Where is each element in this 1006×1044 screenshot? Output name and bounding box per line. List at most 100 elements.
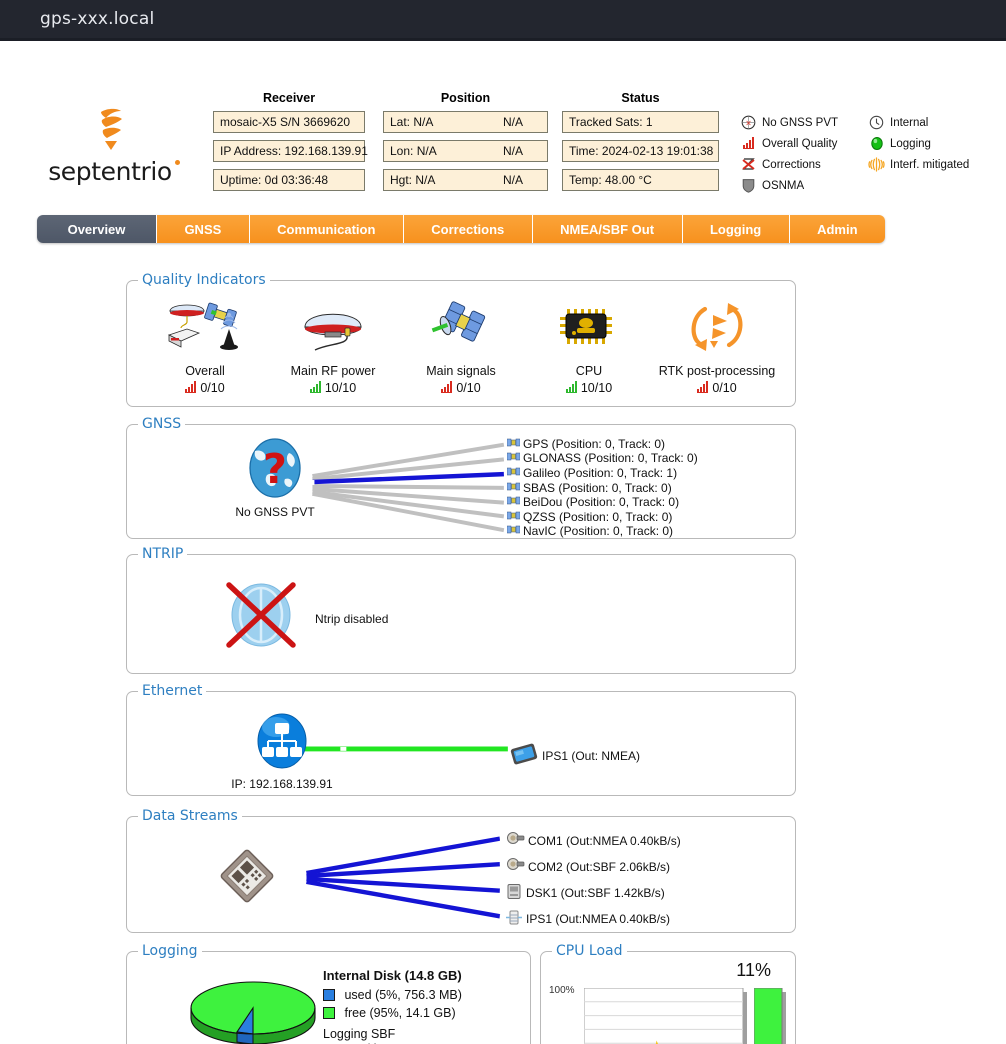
gnss-constellation-glonass[interactable]: GLONASS (Position: 0, Track: 0)	[506, 450, 698, 466]
status-internal-clock: Internal	[868, 113, 969, 132]
tab-nmea-sbf-out[interactable]: NMEA/SBF Out	[532, 215, 683, 243]
cpu-load-panel: CPU Load 11% 100% 0%	[540, 943, 796, 1044]
data-stream-com1[interactable]: COM1 (Out:NMEA 0.40kB/s)	[505, 831, 681, 850]
gnss-constellation-beidou[interactable]: BeiDou (Position: 0, Track: 0)	[506, 494, 680, 510]
status-osnma-label: OSNMA	[762, 179, 805, 192]
status-tracked-sats-field: Tracked Sats: 1	[562, 111, 719, 133]
disk-usage-pie-chart	[183, 970, 323, 1044]
com-port-icon	[505, 857, 525, 876]
ntrip-status-text: Ntrip disabled	[315, 612, 389, 626]
data-stream-dsk1-label: DSK1 (Out:SBF 1.42kB/s)	[526, 886, 665, 900]
septentrio-mark-icon	[45, 103, 175, 155]
tab-admin[interactable]: Admin	[789, 215, 885, 243]
cpu-load-history-chart	[584, 988, 747, 1044]
osnma-shield-icon	[740, 178, 757, 193]
main-navigation-tabs[interactable]: Overview GNSS Communication Corrections …	[37, 215, 885, 243]
position-lon-field: Lon: N/A N/A	[383, 140, 548, 162]
data-stream-com2[interactable]: COM2 (Out:SBF 2.06kB/s)	[505, 857, 670, 876]
gnss-constellation-navic[interactable]: NavIC (Position: 0, Track: 0)	[506, 523, 674, 539]
gnss-panel: GNSS ? No GNSS PVT GPS (Position: 0, Tra…	[126, 416, 796, 539]
rtk-refresh-icon	[653, 295, 781, 357]
gnss-source: ? No GNSS PVT	[220, 437, 330, 519]
position-lat-field: Lat: N/A N/A	[383, 111, 548, 133]
quality-indicator-main-signals[interactable]: Main signals 0/10	[397, 295, 525, 395]
position-lat-secondary: N/A	[502, 115, 523, 129]
position-hgt-label: Hgt: N/A	[390, 173, 436, 187]
status-time-value: Time: 2024-02-13 19:01:38	[569, 144, 714, 158]
tab-logging[interactable]: Logging	[682, 215, 790, 243]
overall-quality-icon	[141, 295, 269, 357]
gnss-constellation-beidou-label: BeiDou (Position: 0, Track: 0)	[523, 495, 680, 509]
ip-server-icon	[505, 909, 523, 929]
status-no-gnss-pvt-label: No GNSS PVT	[762, 116, 839, 129]
tab-corrections[interactable]: Corrections	[403, 215, 533, 243]
position-lat-label: Lat: N/A	[390, 115, 434, 129]
used-swatch	[323, 989, 335, 1001]
cpu-load-value: 11%	[736, 960, 771, 980]
receiver-ip-field: IP Address: 192.168.139.91	[213, 140, 368, 162]
status-osnma: OSNMA	[740, 176, 838, 195]
quality-indicator-overall-label: Overall	[185, 363, 225, 378]
quality-indicator-overall-score: 0/10	[141, 381, 269, 395]
data-streams-source-icon	[217, 847, 277, 910]
ethernet-endpoint[interactable]: IPS1 (Out: NMEA)	[509, 743, 640, 768]
disk-icon	[505, 883, 523, 903]
quality-indicator-rtk-post-processing[interactable]: RTK post-processing 0/10	[653, 295, 781, 395]
satellite-small-icon	[506, 523, 521, 539]
gnss-constellation-sbas-label: SBAS (Position: 0, Track: 0)	[523, 481, 672, 495]
logging-legend: Logging	[138, 943, 202, 959]
gnss-constellation-qzss-label: QZSS (Position: 0, Track: 0)	[523, 510, 673, 524]
quality-indicator-rtk-value: 0/10	[712, 380, 737, 395]
tab-gnss[interactable]: GNSS	[157, 215, 250, 243]
free-swatch	[323, 1007, 335, 1019]
quality-indicators-panel: Quality Indicators Overall 0/10 Main RF …	[126, 272, 796, 407]
quality-indicator-cpu[interactable]: CPU 10/10	[525, 295, 653, 395]
quality-indicator-rtk-label: RTK post-processing	[658, 363, 776, 378]
status-group-title: Status	[621, 91, 660, 105]
status-interference-label: Interf. mitigated	[890, 158, 970, 171]
signal-bars-icon	[309, 381, 321, 393]
satellite-small-icon	[506, 494, 521, 510]
signal-bars-icon	[185, 381, 197, 393]
browser-title-bar: gps-xxx.local	[0, 0, 1006, 38]
data-stream-ips1-label: IPS1 (Out:NMEA 0.40kB/s)	[526, 912, 671, 926]
quality-indicator-overall[interactable]: Overall 0/10	[141, 295, 269, 395]
tab-communication[interactable]: Communication	[249, 215, 404, 243]
gnss-constellation-gps-label: GPS (Position: 0, Track: 0)	[523, 437, 666, 451]
receiver-group-title: Receiver	[262, 91, 316, 105]
ethernet-endpoint-label: IPS1 (Out: NMEA)	[542, 748, 641, 763]
cpu-chip-icon	[525, 295, 653, 357]
status-corrections: Corrections	[740, 155, 838, 174]
ntrip-panel: NTRIP Ntrip disabled	[126, 546, 796, 674]
receiver-model-value: mosaic-X5 S/N 3669620	[220, 115, 351, 129]
signal-bars-icon	[441, 381, 453, 393]
ethernet-source: IP: 192.168.139.91	[227, 712, 337, 791]
receiver-uptime-value: Uptime: 0d 03:36:48	[220, 173, 329, 187]
position-group-title: Position	[440, 91, 491, 105]
data-stream-ips1[interactable]: IPS1 (Out:NMEA 0.40kB/s)	[505, 909, 670, 929]
data-stream-dsk1[interactable]: DSK1 (Out:SBF 1.42kB/s)	[505, 883, 665, 903]
globe-question-icon: ?	[249, 438, 301, 498]
gnss-constellation-navic-label: NavIC (Position: 0, Track: 0)	[523, 524, 674, 538]
cpu-load-gauge	[754, 988, 786, 1044]
status-indicator-column-right: Internal Logging Interf. mitigated	[868, 113, 969, 176]
no-gnss-pvt-icon: ×	[740, 115, 757, 130]
disk-legend-used: used (5%, 756.3 MB)	[323, 988, 523, 1002]
status-info-group: Status Tracked Sats: 1 Time: 2024-02-13 …	[562, 91, 719, 198]
position-lon-secondary: N/A	[502, 144, 523, 158]
receiver-model-field: mosaic-X5 S/N 3669620	[213, 111, 365, 133]
gnss-constellation-galileo[interactable]: Galileo (Position: 0, Track: 1)	[506, 465, 677, 481]
signal-bars-icon	[697, 381, 709, 393]
status-time-field: Time: 2024-02-13 19:01:38	[562, 140, 719, 162]
data-streams-panel: Data Streams COM1 (Out:NMEA 0.40kB/s) CO…	[126, 808, 796, 933]
quality-indicator-main-rf-power-value: 10/10	[324, 380, 357, 395]
status-indicator-column-left: × No GNSS PVT Overall Quality Correction…	[740, 113, 838, 197]
address-bar-url[interactable]: gps-xxx.local	[40, 9, 154, 29]
position-hgt-field: Hgt: N/A N/A	[383, 169, 548, 191]
disk-legend-free: free (95%, 14.1 GB)	[323, 1006, 523, 1020]
gnss-constellation-glonass-label: GLONASS (Position: 0, Track: 0)	[523, 451, 698, 465]
page-header: septentrio Receiver mosaic-X5 S/N 366962…	[0, 41, 1006, 193]
tab-overview[interactable]: Overview	[37, 215, 157, 243]
quality-indicator-main-rf-power[interactable]: Main RF power 10/10	[269, 295, 397, 395]
quality-indicator-cpu-score: 10/10	[525, 381, 653, 395]
